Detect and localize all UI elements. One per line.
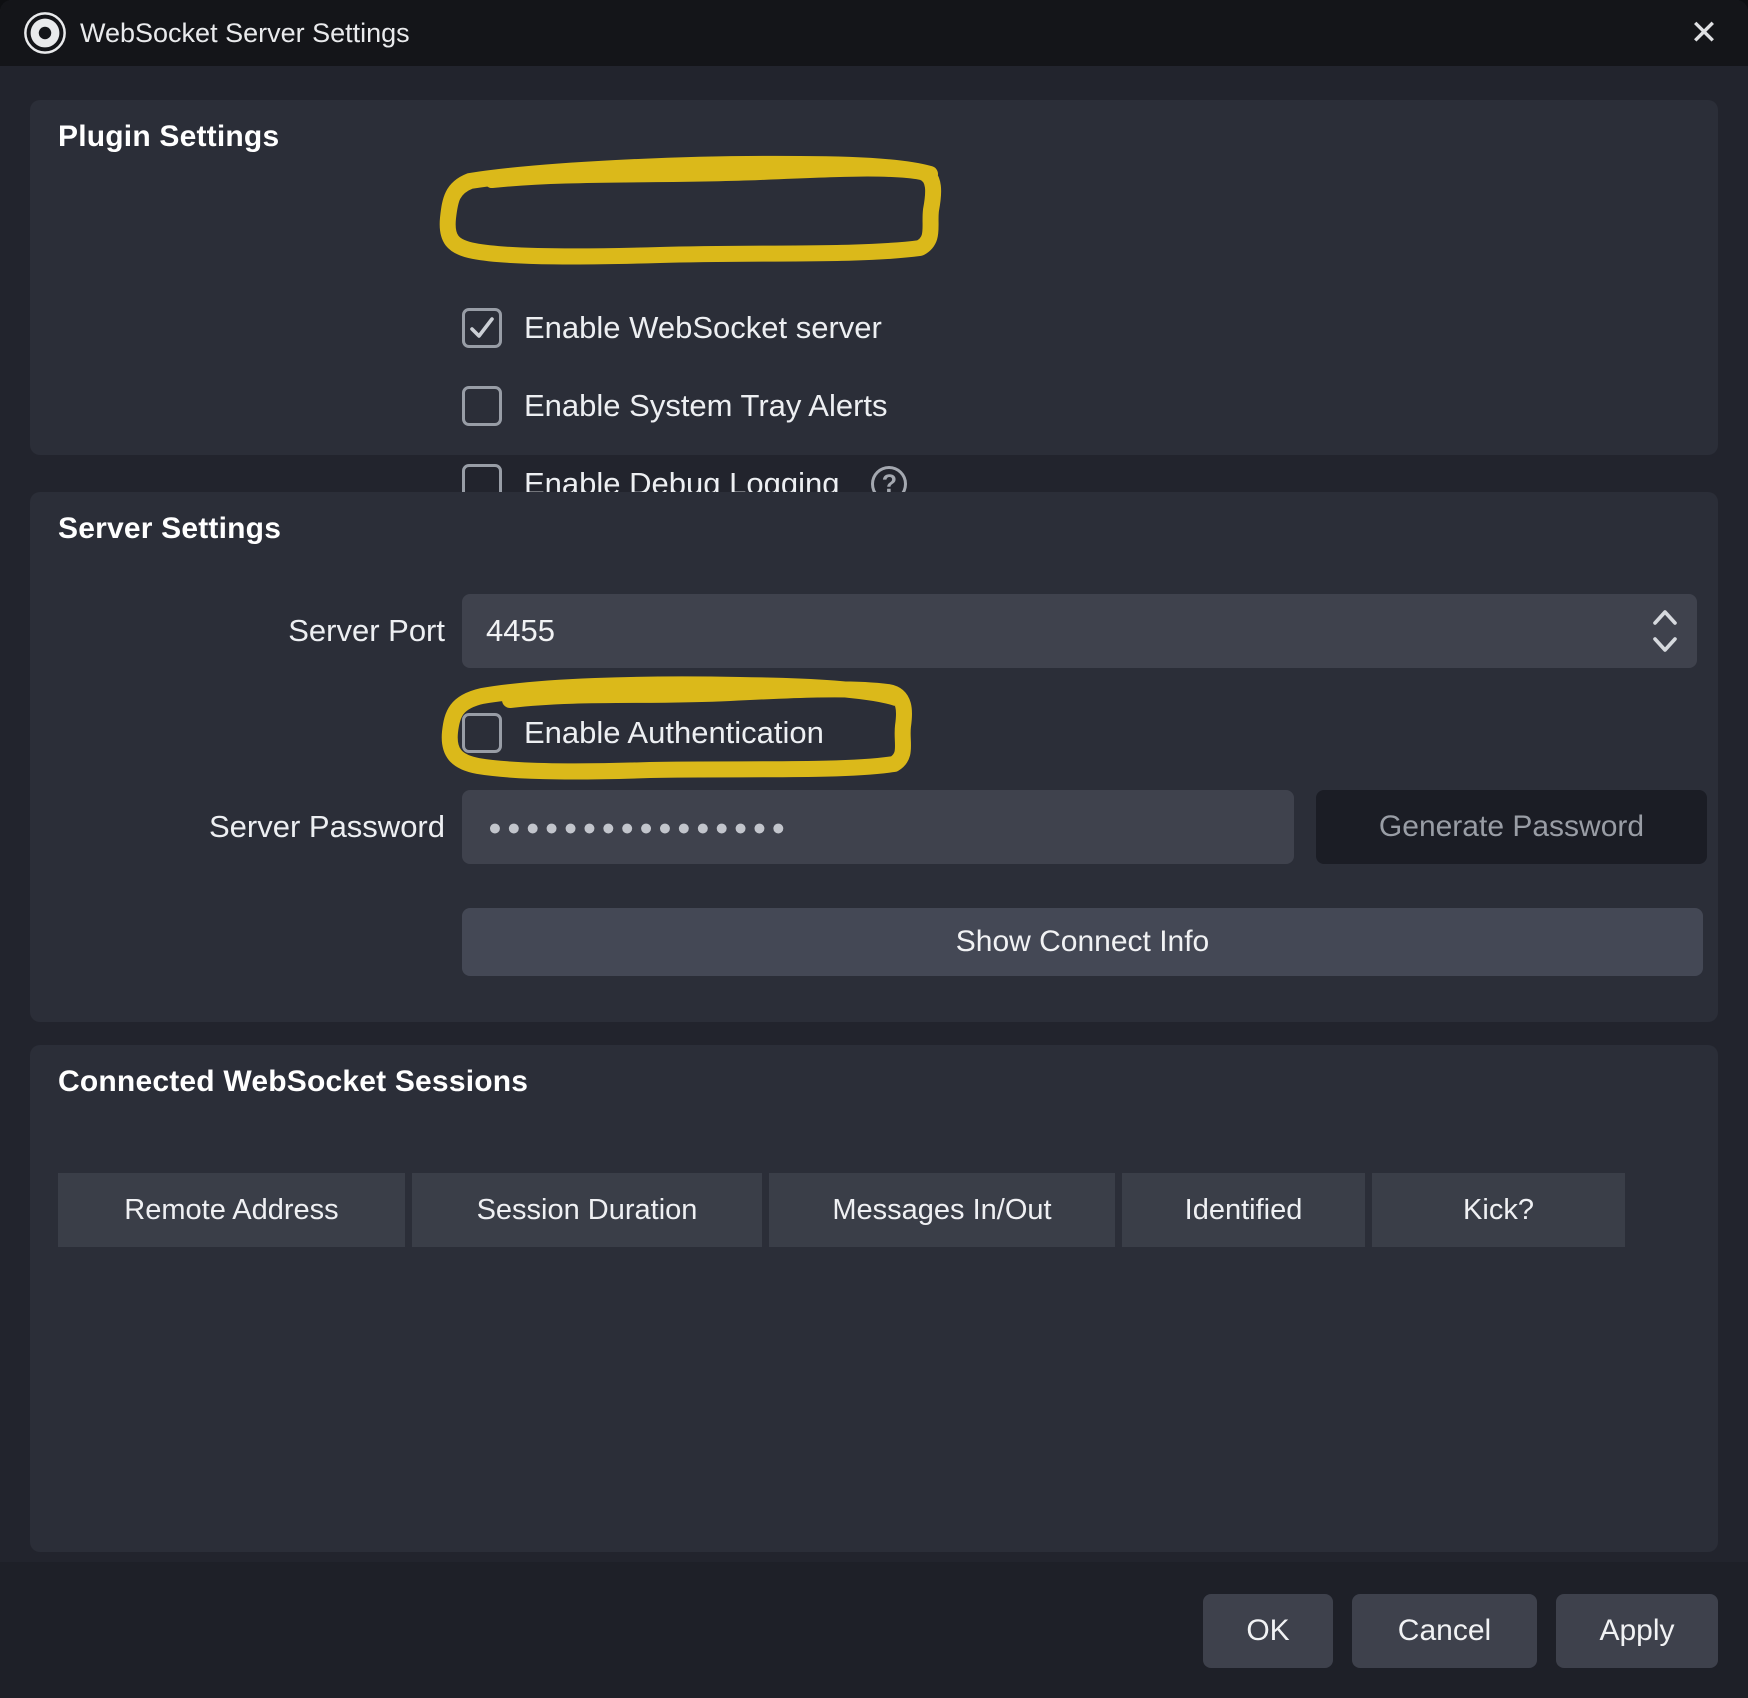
cancel-button[interactable]: Cancel: [1352, 1594, 1537, 1668]
sessions-panel: Connected WebSocket Sessions Remote Addr…: [30, 1045, 1718, 1552]
plugin-settings-panel: Plugin Settings Enable WebSocket server …: [30, 100, 1718, 455]
spinbox-arrows-icon[interactable]: [1649, 603, 1681, 659]
server-password-label: Server Password: [58, 805, 445, 849]
plugin-settings-heading: Plugin Settings: [58, 120, 279, 154]
server-password-input[interactable]: ●●●●●●●●●●●●●●●●: [462, 790, 1294, 864]
column-header-session-duration[interactable]: Session Duration: [412, 1173, 762, 1247]
enable-tray-alerts-checkbox[interactable]: [462, 386, 502, 426]
titlebar: WebSocket Server Settings ✕: [0, 0, 1748, 66]
enable-tray-alerts-label: Enable System Tray Alerts: [524, 388, 888, 424]
apply-button[interactable]: Apply: [1556, 1594, 1718, 1668]
server-port-input[interactable]: 4455: [462, 594, 1697, 668]
enable-authentication-label: Enable Authentication: [524, 715, 824, 751]
column-header-identified[interactable]: Identified: [1122, 1173, 1365, 1247]
websocket-settings-dialog: WebSocket Server Settings ✕ Plugin Setti…: [0, 0, 1748, 1698]
server-settings-heading: Server Settings: [58, 512, 281, 546]
server-port-value: 4455: [486, 613, 555, 649]
close-icon[interactable]: ✕: [1682, 16, 1726, 50]
ok-button[interactable]: OK: [1203, 1594, 1333, 1668]
enable-websocket-server-row[interactable]: Enable WebSocket server: [462, 306, 882, 350]
checkmark-icon: [468, 314, 496, 342]
column-header-kick[interactable]: Kick?: [1372, 1173, 1625, 1247]
enable-authentication-row[interactable]: Enable Authentication: [462, 711, 824, 755]
column-header-remote-address[interactable]: Remote Address: [58, 1173, 405, 1247]
window-title: WebSocket Server Settings: [80, 18, 410, 49]
server-settings-panel: Server Settings Server Port 4455 Enable …: [30, 492, 1718, 1022]
enable-authentication-checkbox[interactable]: [462, 713, 502, 753]
enable-tray-alerts-row[interactable]: Enable System Tray Alerts: [462, 384, 888, 428]
enable-websocket-server-label: Enable WebSocket server: [524, 310, 882, 346]
server-password-masked-value: ●●●●●●●●●●●●●●●●: [488, 790, 790, 864]
show-connect-info-button[interactable]: Show Connect Info: [462, 908, 1703, 976]
column-header-messages-in-out[interactable]: Messages In/Out: [769, 1173, 1115, 1247]
enable-websocket-server-checkbox[interactable]: [462, 308, 502, 348]
sessions-table-body: [58, 1254, 1690, 1528]
generate-password-button[interactable]: Generate Password: [1316, 790, 1707, 864]
sessions-heading: Connected WebSocket Sessions: [58, 1065, 528, 1099]
sessions-table-header: Remote Address Session Duration Messages…: [58, 1173, 1630, 1247]
obs-logo-icon: [22, 10, 68, 56]
server-port-label: Server Port: [58, 609, 445, 653]
